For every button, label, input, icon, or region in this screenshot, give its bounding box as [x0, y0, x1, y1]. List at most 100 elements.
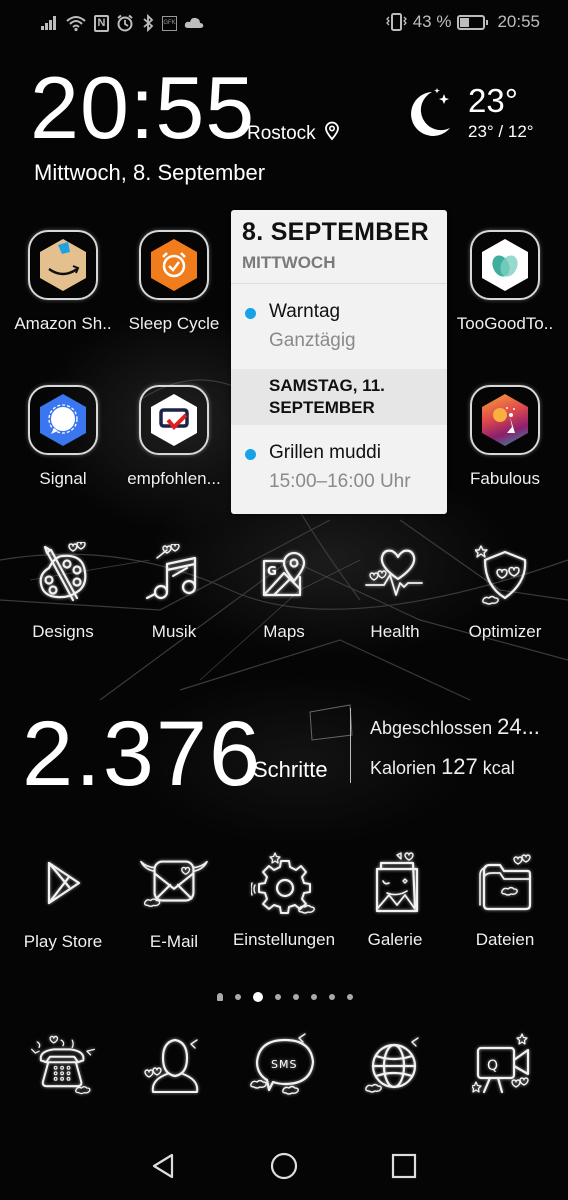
app-label: Play Store — [23, 932, 103, 951]
page-dot-active[interactable] — [253, 992, 263, 1002]
contacts-icon — [139, 1030, 209, 1100]
event-time: 15:00–16:00 Uhr — [269, 471, 411, 492]
cloud-icon — [184, 13, 204, 33]
app-label: Dateien — [475, 930, 535, 949]
app-designs[interactable]: Designs — [7, 540, 119, 642]
app-label: Maps — [263, 622, 305, 641]
dock-contacts[interactable] — [118, 1030, 230, 1100]
app-label: Einstellungen — [232, 930, 336, 949]
palette-icon — [28, 540, 98, 610]
home-icon — [270, 1152, 298, 1180]
calendar-date-title: 8. SEPTEMBER — [242, 218, 429, 246]
toogoodtogo-icon — [470, 230, 540, 300]
app-optimizer[interactable]: Optimizer — [449, 540, 561, 642]
recents-button[interactable] — [384, 1148, 424, 1184]
globe-icon — [360, 1030, 430, 1100]
app-signal[interactable]: Signal — [7, 385, 119, 489]
page-indicator[interactable] — [0, 992, 568, 1002]
calendar-weekday: MITTWOCH — [242, 253, 336, 272]
vibrate-icon — [385, 12, 407, 32]
battery-fill — [460, 17, 470, 27]
shield-icon — [470, 540, 540, 610]
sms-icon: SMS — [249, 1030, 319, 1100]
page-dot[interactable] — [275, 994, 281, 1000]
app-musik[interactable]: Musik — [118, 540, 230, 642]
gallery-icon — [360, 848, 430, 918]
amazon-icon — [28, 230, 98, 300]
camera-icon: Q — [470, 1030, 540, 1100]
heart-pulse-icon — [360, 540, 430, 610]
status-time: 20:55 — [497, 12, 540, 31]
app-fabulous[interactable]: Fabulous — [449, 385, 561, 489]
calendar-widget[interactable]: 8. SEPTEMBER MITTWOCH Warntag Ganztägig … — [231, 210, 447, 514]
app-email[interactable]: E-Mail — [118, 848, 230, 952]
folder-icon — [470, 848, 540, 918]
app-toogoodtogo[interactable]: TooGoodTo.. — [449, 230, 561, 334]
app-sleep-cycle[interactable]: Sleep Cycle — [118, 230, 230, 334]
clock-widget-date[interactable]: Mittwoch, 8. September — [34, 160, 265, 186]
svg-text:G: G — [267, 564, 277, 578]
health-completed: Abgeschlossen 24... — [370, 714, 540, 739]
calendar-event[interactable]: Warntag Ganztägig — [231, 284, 447, 369]
dock-camera[interactable]: Q — [449, 1030, 561, 1100]
app-health[interactable]: Health — [339, 540, 451, 642]
event-color-dot — [245, 308, 256, 319]
page-dot[interactable] — [329, 994, 335, 1000]
dock-browser[interactable] — [339, 1030, 451, 1100]
svg-text:SMS: SMS — [271, 1058, 297, 1071]
calendar-event[interactable]: Grillen muddi 15:00–16:00 Uhr — [231, 425, 447, 493]
back-button[interactable] — [143, 1148, 183, 1184]
app-label: Signal — [39, 469, 87, 488]
event-time: Ganztägig — [269, 330, 356, 351]
signal-icon — [40, 13, 58, 33]
home-button[interactable] — [264, 1148, 304, 1184]
weather-range: 23° / 12° — [468, 122, 534, 141]
svg-text:Q: Q — [487, 1058, 498, 1074]
status-bar: N GFK 43 % 20:55 — [0, 0, 568, 48]
dock-messages[interactable]: SMS — [228, 1030, 340, 1100]
app-label: Sleep Cycle — [128, 314, 220, 333]
battery-icon — [457, 14, 489, 30]
page-dot-hint[interactable] — [217, 993, 223, 1001]
app-label: TooGoodTo.. — [456, 314, 554, 333]
navigation-bar — [0, 1130, 568, 1200]
alarm-icon — [116, 13, 134, 33]
app-label: Fabulous — [470, 469, 540, 488]
calendar-day-section: SAMSTAG, 11. SEPTEMBER — [231, 369, 447, 425]
recents-icon — [391, 1153, 417, 1179]
app-label: Amazon Sh.. — [14, 314, 112, 333]
app-label: E-Mail — [149, 932, 199, 951]
dock-phone[interactable] — [7, 1030, 119, 1100]
app-label: empfohlen... — [127, 469, 221, 488]
battery-percent: 43 % — [412, 12, 452, 31]
app-label: Musik — [151, 622, 197, 641]
location-pin-icon — [324, 121, 340, 147]
app-galerie[interactable]: Galerie — [339, 848, 451, 950]
page-dot[interactable] — [311, 994, 317, 1000]
back-icon — [152, 1153, 174, 1179]
health-steps-count[interactable]: 2.376 — [22, 700, 262, 807]
wifi-icon — [65, 13, 87, 33]
page-dot[interactable] — [347, 994, 353, 1000]
app-label: Optimizer — [468, 622, 542, 641]
play-store-icon — [28, 848, 98, 918]
health-steps-label: Schritte — [253, 757, 328, 782]
page-dot[interactable] — [235, 994, 241, 1000]
app-dateien[interactable]: Dateien — [449, 848, 561, 950]
app-empfohlen[interactable]: empfohlen... — [118, 385, 230, 489]
page-dot[interactable] — [293, 994, 299, 1000]
phone-icon — [28, 1030, 98, 1100]
calendar-header[interactable]: 8. SEPTEMBER MITTWOCH — [231, 210, 447, 284]
clock-widget-city[interactable]: Rostock — [247, 121, 340, 147]
email-icon — [139, 848, 209, 918]
app-einstellungen[interactable]: Einstellungen — [228, 848, 340, 950]
clock-widget-time[interactable]: 20:55 — [30, 64, 255, 152]
bluetooth-icon — [141, 13, 155, 33]
nfc-icon: N — [94, 14, 109, 32]
fabulous-icon — [470, 385, 540, 455]
app-maps[interactable]: G Maps — [228, 540, 340, 642]
app-play-store[interactable]: Play Store — [7, 848, 119, 952]
app-amazon-shopping[interactable]: Amazon Sh.. — [7, 230, 119, 334]
signal-app-icon — [28, 385, 98, 455]
gfk-icon: GFK — [162, 15, 177, 31]
